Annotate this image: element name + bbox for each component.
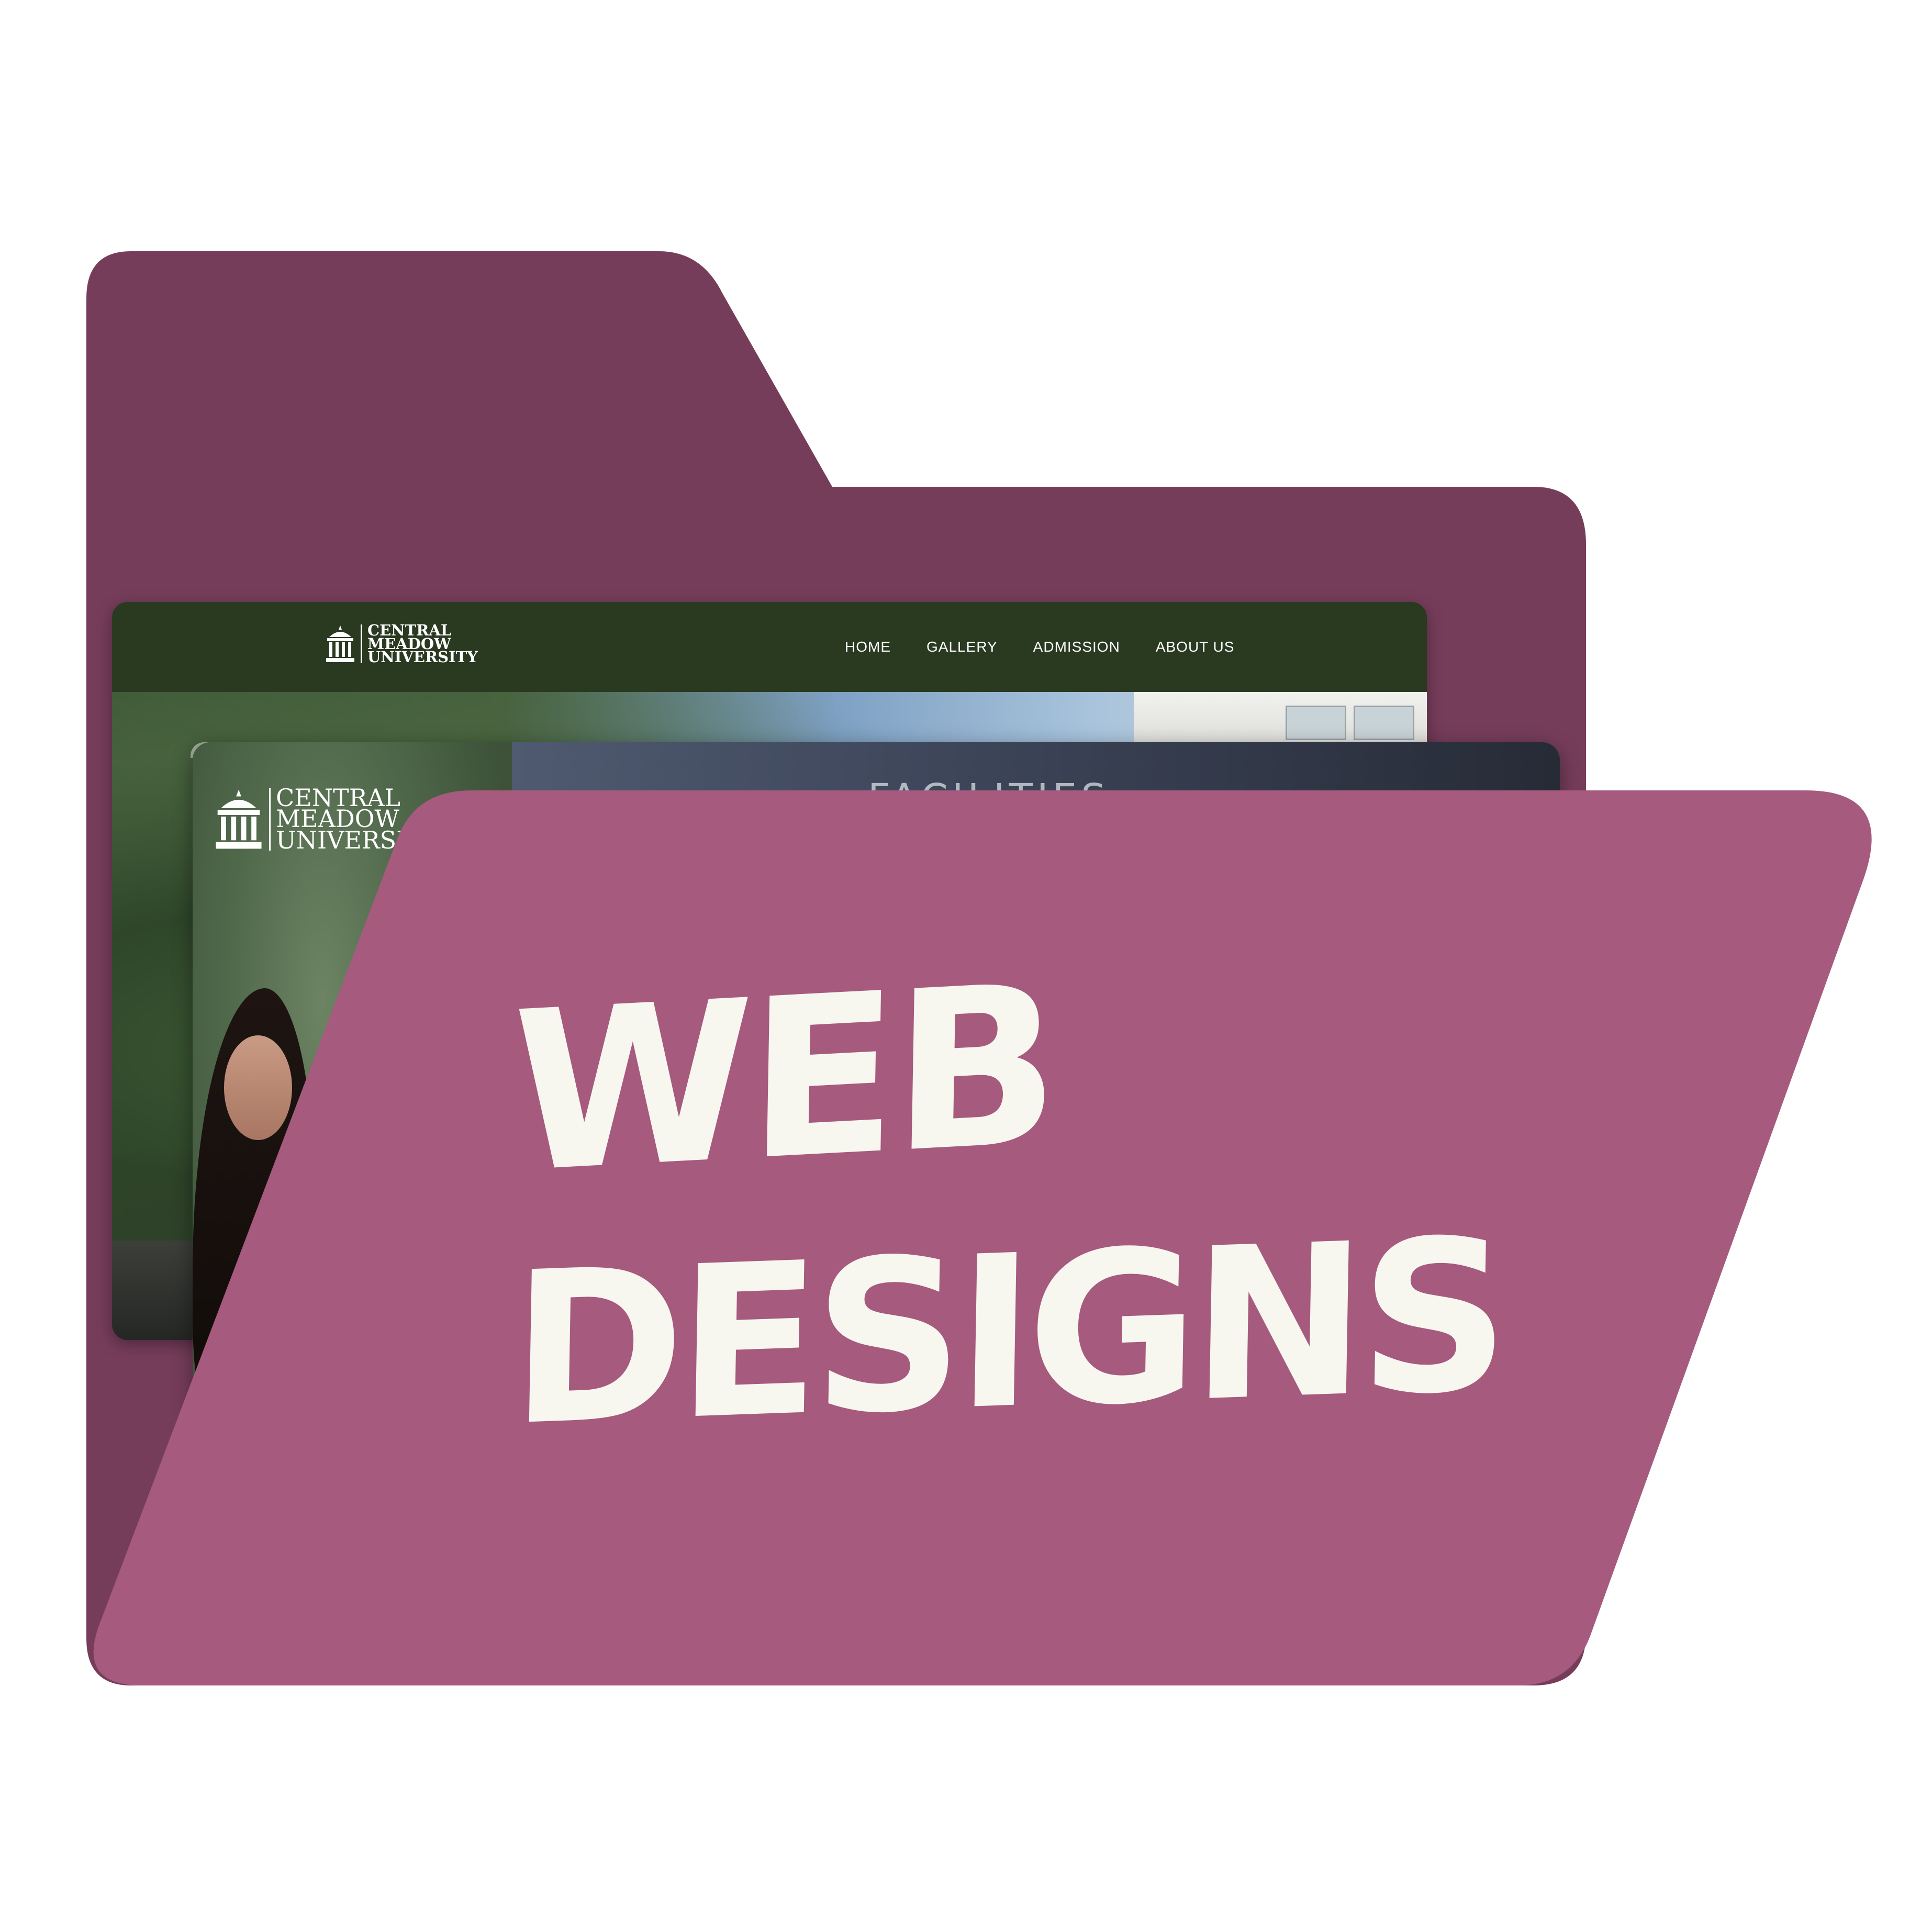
headline-line-web: WEB <box>509 937 1057 1223</box>
folder-graphic: CENTRAL MEADOW UNIVERSITY HOME GALLERY A… <box>0 0 1932 1932</box>
headline: WEB DESIGNS <box>509 937 1534 1507</box>
headline-line-designs: DESIGNS <box>509 1193 1505 1472</box>
